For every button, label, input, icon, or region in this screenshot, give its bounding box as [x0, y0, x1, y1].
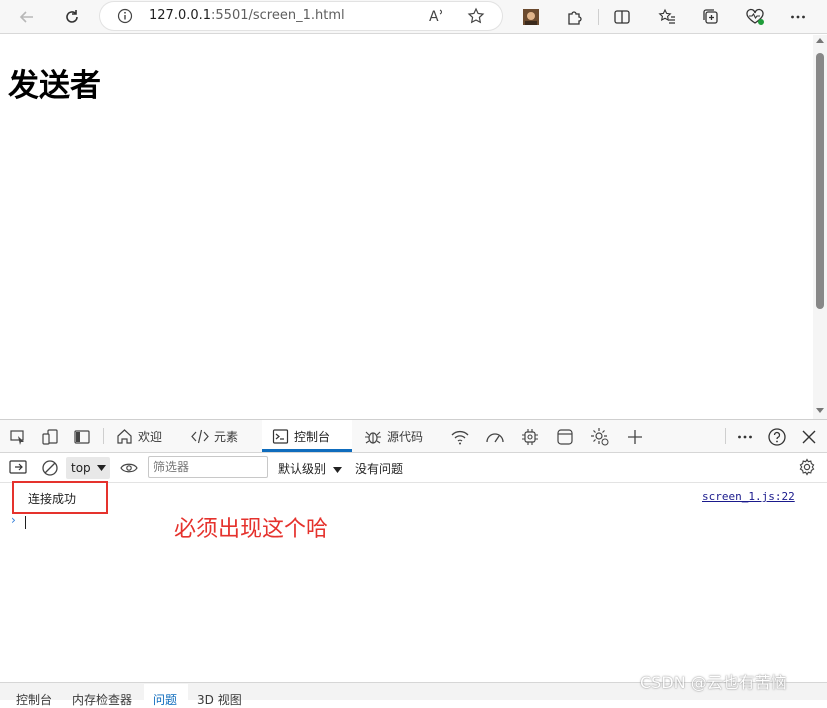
devtools-divider: [103, 428, 104, 444]
bug-icon: [364, 428, 382, 445]
url-path: :5501/screen_1.html: [211, 8, 345, 23]
tab-console[interactable]: 控制台: [262, 420, 352, 452]
help-button[interactable]: [766, 426, 788, 448]
console-log-source-link[interactable]: screen_1.js:22: [702, 490, 795, 503]
collections-icon: [702, 8, 720, 26]
address-bar[interactable]: 127.0.0.1:5501/screen_1.html A: [100, 2, 502, 30]
home-icon: [116, 428, 133, 445]
log-level-label: 默认级别: [278, 462, 327, 476]
annotation-text: 必须出现这个哈: [174, 517, 329, 542]
tab-security[interactable]: [589, 426, 611, 448]
speedometer-icon: [485, 428, 505, 446]
heart-pulse-icon: [745, 8, 765, 26]
tab-sources-label: 源代码: [387, 429, 424, 444]
puzzle-icon: [565, 8, 583, 26]
drawer-tab-memory-inspector[interactable]: 内存检查器: [72, 691, 132, 708]
page-scrollbar-thumb[interactable]: [816, 53, 824, 309]
active-tab-indicator: [262, 449, 352, 452]
inspect-cursor-icon: [9, 428, 27, 446]
tab-memory[interactable]: [519, 426, 541, 448]
profile-avatar[interactable]: [518, 4, 544, 30]
tab-elements[interactable]: 元素: [191, 420, 238, 452]
tab-welcome[interactable]: 欢迎: [116, 420, 162, 452]
console-log-row: 连接成功 screen_1.js:22: [0, 483, 827, 509]
drawer-tab-console[interactable]: 控制台: [16, 691, 52, 708]
log-level-selector[interactable]: 默认级别: [278, 460, 342, 477]
dock-side-button[interactable]: [71, 426, 93, 448]
extensions-button[interactable]: [561, 4, 587, 30]
dropdown-triangle-icon: [332, 466, 342, 473]
devtools-divider-right: [725, 428, 726, 444]
url-host: 127.0.0.1: [149, 8, 212, 23]
chip-icon: [521, 428, 539, 446]
toolbar-divider: [598, 9, 599, 25]
devtools-tab-bar: 欢迎 元素 控制台 源代码: [0, 420, 827, 453]
tab-elements-label: 元素: [214, 429, 239, 444]
split-screen-button[interactable]: [609, 4, 635, 30]
refresh-icon: [63, 8, 81, 26]
plus-icon: [627, 429, 643, 445]
scroll-down-arrow-icon[interactable]: [816, 408, 824, 414]
gear-bug-icon: [590, 427, 610, 447]
scroll-up-arrow-icon[interactable]: [816, 37, 824, 43]
live-expression-eye-icon[interactable]: [120, 461, 138, 475]
inspect-element-button[interactable]: [7, 426, 29, 448]
devtools-more-button[interactable]: [734, 426, 756, 448]
console-filter-input[interactable]: [148, 456, 268, 478]
tab-sources[interactable]: 源代码: [364, 420, 423, 452]
tab-application[interactable]: [554, 426, 576, 448]
code-brackets-icon: [191, 428, 209, 445]
annotation-highlight-box: [12, 481, 108, 514]
back-button[interactable]: [14, 4, 40, 30]
drawer-tab-issues[interactable]: 问题: [153, 691, 177, 708]
favorites-button[interactable]: [654, 4, 680, 30]
url-text[interactable]: 127.0.0.1:5501/screen_1.html: [149, 8, 345, 23]
avatar-icon: [522, 8, 540, 26]
tab-console-label: 控制台: [294, 429, 331, 444]
svg-text:A: A: [429, 9, 439, 25]
page-content: 发送者: [0, 35, 813, 419]
tab-welcome-label: 欢迎: [138, 429, 163, 444]
issues-counter[interactable]: 没有问题: [355, 460, 403, 477]
console-toolbar: top 默认级别 没有问题: [0, 453, 827, 483]
device-emulation-button[interactable]: [39, 426, 61, 448]
devtools-panel: 欢迎 元素 控制台 源代码 top 筛选器 默认级别 没有问题 连接成功 scr…: [0, 419, 827, 707]
tab-performance[interactable]: [484, 426, 506, 448]
console-terminal-icon: [272, 428, 289, 445]
clear-console-button[interactable]: [41, 459, 59, 477]
dropdown-triangle-icon: [97, 465, 106, 471]
console-prompt-chevron: ›: [11, 513, 16, 527]
drawer-tab-3d-view[interactable]: 3D 视图: [197, 691, 242, 708]
more-dots-icon: [736, 428, 754, 446]
wifi-icon: [450, 428, 470, 446]
context-selector-label: top: [71, 461, 91, 475]
read-aloud-icon[interactable]: A: [428, 7, 446, 25]
close-icon: [801, 429, 817, 445]
info-icon[interactable]: [117, 8, 133, 24]
device-icon: [41, 428, 59, 446]
close-devtools-button[interactable]: [798, 426, 820, 448]
split-screen-icon: [613, 8, 631, 26]
refresh-button[interactable]: [59, 4, 85, 30]
back-arrow-icon: [18, 8, 36, 26]
show-sidebar-button[interactable]: [9, 459, 27, 475]
context-selector[interactable]: top: [66, 457, 110, 479]
more-menu-button[interactable]: [785, 4, 811, 30]
console-settings-gear-icon[interactable]: [798, 458, 816, 476]
favorite-star-icon[interactable]: [467, 7, 485, 25]
watermark: CSDN @云也有苦恼: [640, 673, 787, 692]
help-question-icon: [767, 427, 787, 447]
console-input-caret[interactable]: [25, 516, 26, 529]
collections-button[interactable]: [698, 4, 724, 30]
panel-toggle-icon: [73, 428, 91, 446]
add-tool-button[interactable]: [624, 426, 646, 448]
more-dots-icon: [789, 8, 807, 26]
application-window-icon: [556, 428, 574, 446]
browser-essentials-button[interactable]: [742, 4, 768, 30]
page-title: 发送者: [8, 68, 101, 104]
tab-network[interactable]: [449, 426, 471, 448]
favorites-list-icon: [658, 8, 676, 26]
browser-toolbar: 127.0.0.1:5501/screen_1.html A: [0, 0, 827, 34]
